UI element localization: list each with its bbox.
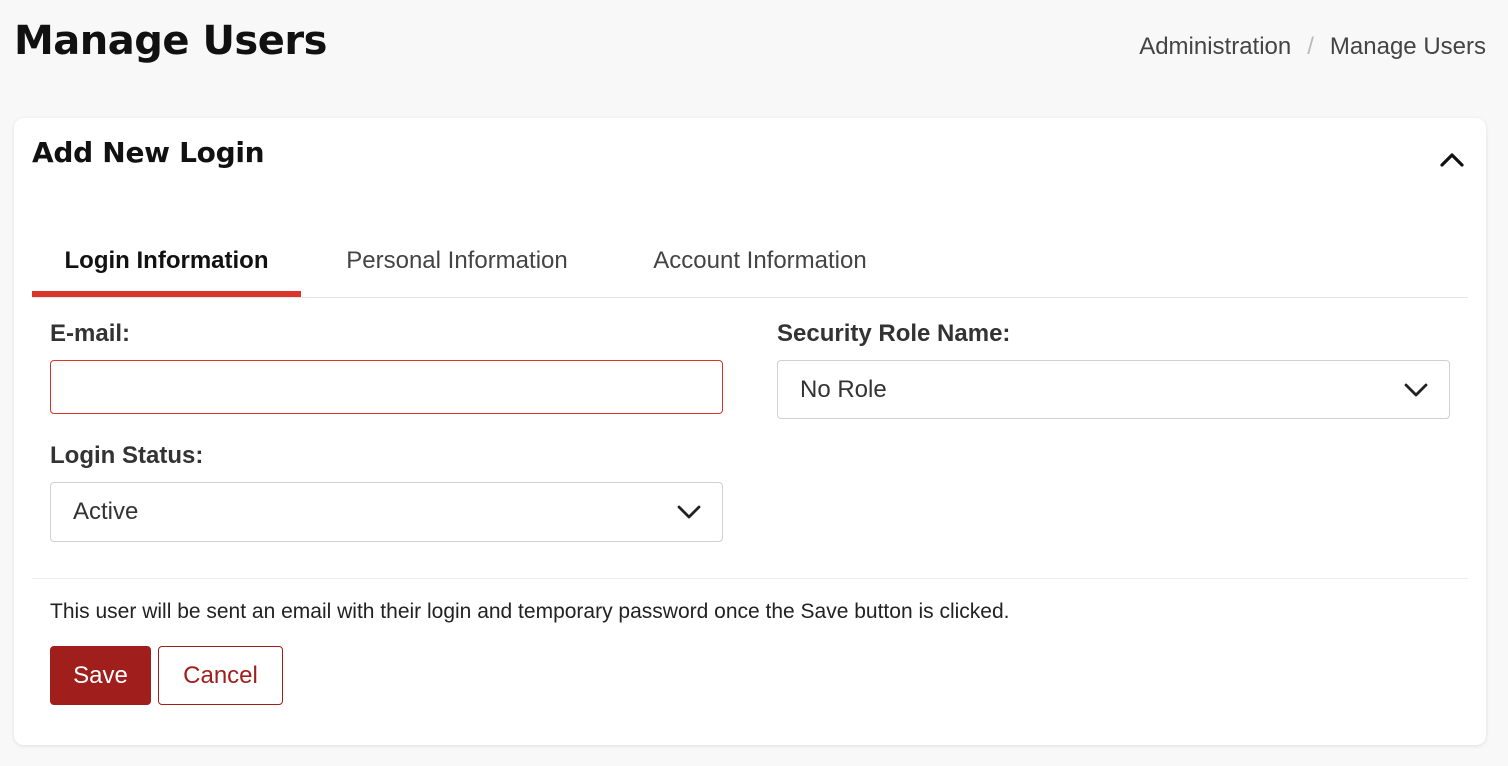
email-field[interactable] <box>50 360 723 414</box>
tab-personal-information[interactable]: Personal Information <box>315 224 599 297</box>
tab-login-information[interactable]: Login Information <box>32 224 301 297</box>
divider <box>32 578 1468 579</box>
security-role-label: Security Role Name: <box>777 320 1011 347</box>
security-role-value: No Role <box>800 375 887 403</box>
cancel-button[interactable]: Cancel <box>158 646 283 705</box>
breadcrumb-item-administration[interactable]: Administration <box>1139 33 1291 61</box>
security-role-select[interactable]: No Role <box>777 360 1450 419</box>
login-status-select[interactable]: Active <box>50 482 723 542</box>
chevron-down-icon <box>1404 383 1428 396</box>
add-login-card: Add New Login Login Information Personal… <box>14 118 1486 745</box>
card-title: Add New Login <box>32 136 265 169</box>
login-status-value: Active <box>73 498 139 525</box>
email-label: E-mail: <box>50 320 131 347</box>
email-notice-text: This user will be sent an email with the… <box>50 600 1010 623</box>
breadcrumb-separator: / <box>1307 33 1314 60</box>
breadcrumb: Administration / Manage Users <box>1139 33 1486 61</box>
breadcrumb-item-current: Manage Users <box>1329 33 1486 60</box>
tab-bar: Login Information Personal Information A… <box>32 224 1468 298</box>
tab-account-information[interactable]: Account Information <box>629 224 891 297</box>
login-status-label: Login Status: <box>50 442 204 469</box>
collapse-card-button[interactable] <box>1436 144 1468 176</box>
chevron-up-icon <box>1440 153 1464 167</box>
chevron-down-icon <box>677 505 701 519</box>
save-button[interactable]: Save <box>50 646 151 705</box>
page-title: Manage Users <box>14 18 327 64</box>
